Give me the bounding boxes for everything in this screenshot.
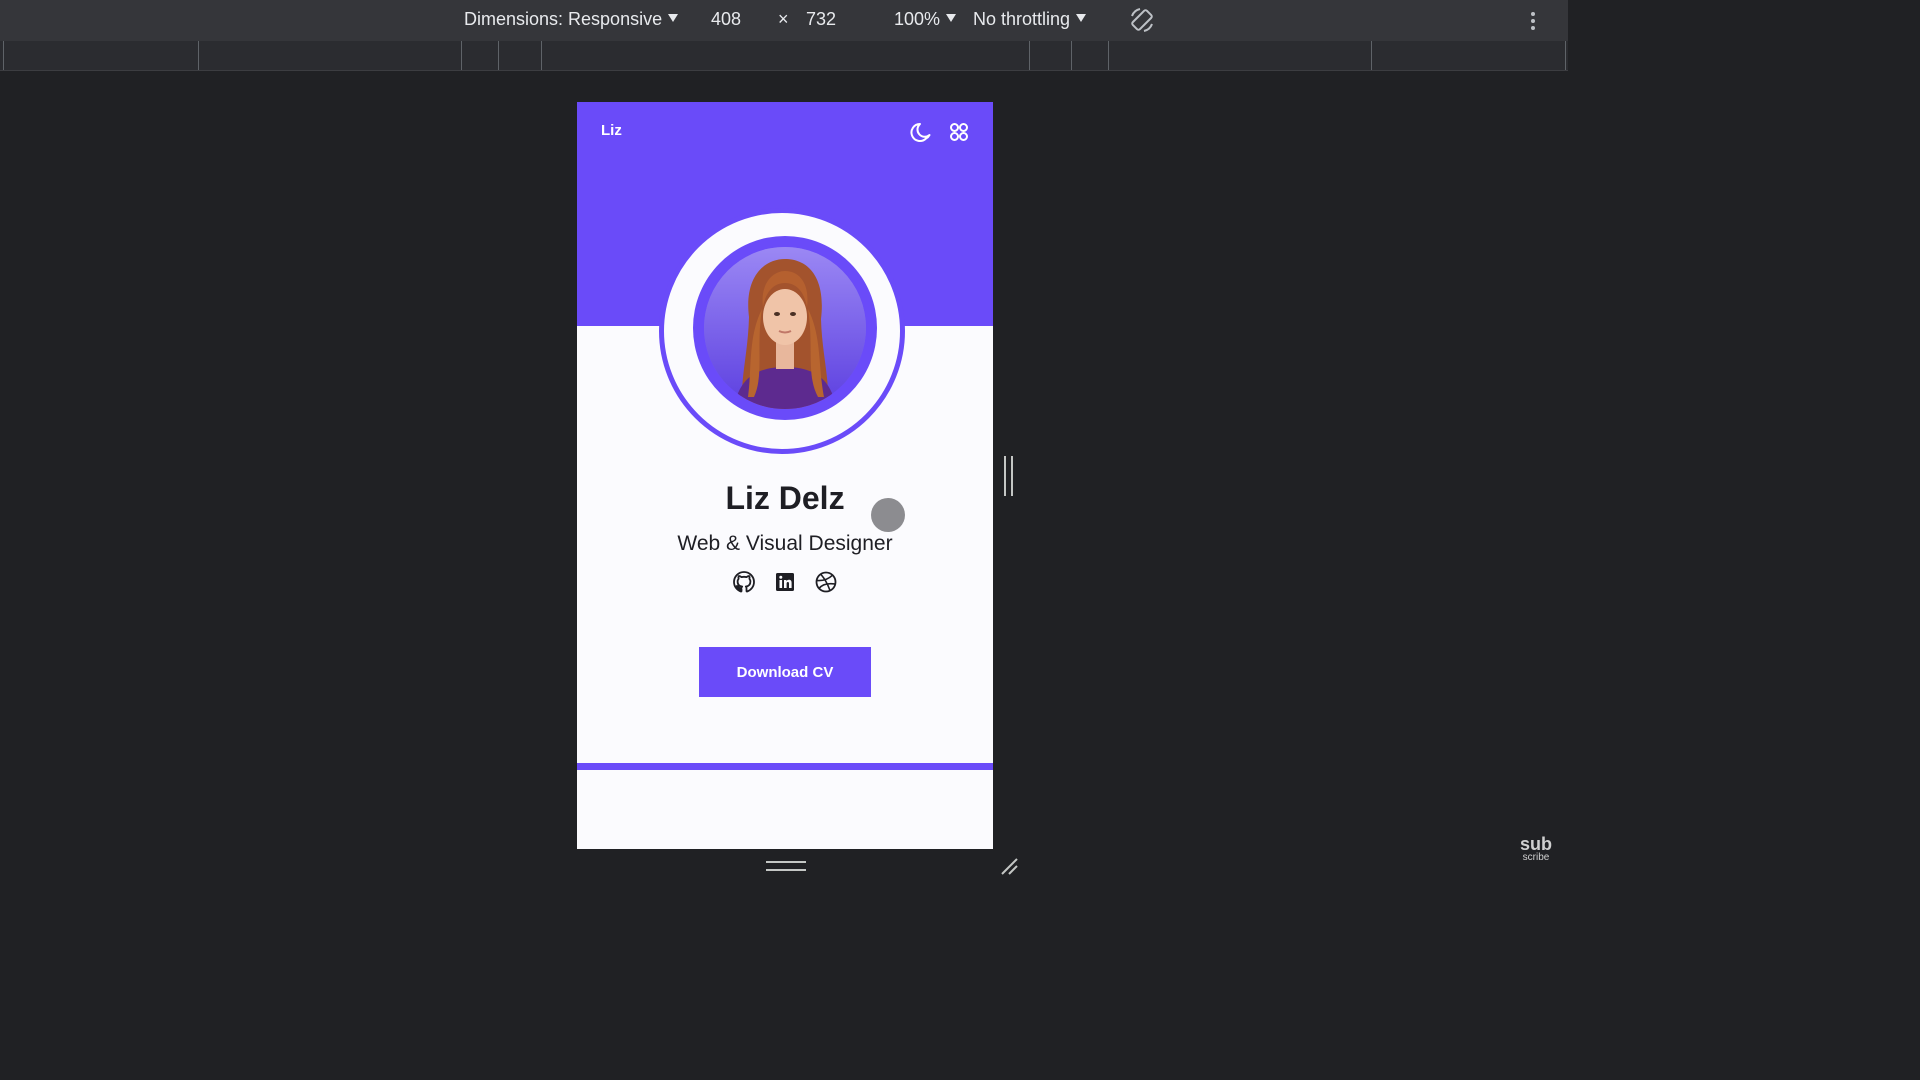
resize-handle-bottom[interactable]	[766, 861, 806, 871]
ruler-segment[interactable]	[498, 41, 499, 70]
times-label: ×	[778, 9, 789, 29]
ruler-segment[interactable]	[541, 41, 542, 70]
resize-handle-right[interactable]	[1004, 456, 1013, 496]
rotate-icon[interactable]	[1128, 6, 1156, 34]
profile-role: Web & Visual Designer	[677, 532, 893, 555]
chevron-down-icon	[668, 14, 679, 22]
throttling-label: No throttling	[973, 9, 1071, 29]
ruler-segment[interactable]	[3, 41, 4, 70]
site-logo[interactable]: Liz	[601, 122, 622, 139]
dribbble-icon[interactable]	[814, 570, 838, 594]
moon-icon[interactable]	[909, 119, 935, 145]
avatar	[704, 247, 866, 409]
dimensions-label: Dimensions: Responsive	[464, 9, 663, 29]
subscribe-watermark: sub scribe	[1520, 835, 1552, 865]
ruler-segment[interactable]	[1071, 41, 1072, 70]
ruler-segment[interactable]	[198, 41, 199, 70]
github-icon[interactable]	[732, 570, 756, 594]
zoom-dropdown[interactable]: 100%	[894, 9, 957, 30]
chevron-down-icon	[946, 14, 957, 22]
ruler-segment[interactable]	[1108, 41, 1109, 70]
media-query-ruler[interactable]	[0, 41, 1568, 71]
devtools-toolbar: Dimensions: Responsive 408 × 732 100% No…	[0, 0, 1568, 42]
chevron-down-icon	[1076, 14, 1087, 22]
section-divider	[577, 763, 993, 770]
zoom-label: 100%	[894, 9, 941, 29]
touch-cursor	[871, 498, 905, 532]
linkedin-icon[interactable]	[773, 570, 797, 594]
ruler-segment[interactable]	[1565, 41, 1566, 70]
profile-name: Liz Delz	[725, 480, 845, 516]
profile-photo	[704, 247, 866, 409]
kebab-menu-icon[interactable]	[1528, 10, 1538, 32]
width-input[interactable]: 408	[711, 9, 741, 30]
watermark-line2: scribe	[1522, 852, 1550, 863]
ruler-segment[interactable]	[461, 41, 462, 70]
ruler-segment[interactable]	[1371, 41, 1372, 70]
throttling-dropdown[interactable]: No throttling	[973, 9, 1087, 30]
resize-handle-corner[interactable]	[998, 855, 1020, 877]
device-viewport: Liz Liz Delz Web & Visual Designer Downl…	[577, 102, 993, 849]
dimensions-dropdown[interactable]: Dimensions: Responsive	[464, 9, 679, 30]
social-links	[732, 570, 838, 596]
ruler-segment[interactable]	[1029, 41, 1030, 70]
download-cv-button[interactable]: Download CV	[699, 647, 871, 697]
height-input[interactable]: 732	[806, 9, 836, 30]
grid-icon[interactable]	[946, 119, 972, 145]
